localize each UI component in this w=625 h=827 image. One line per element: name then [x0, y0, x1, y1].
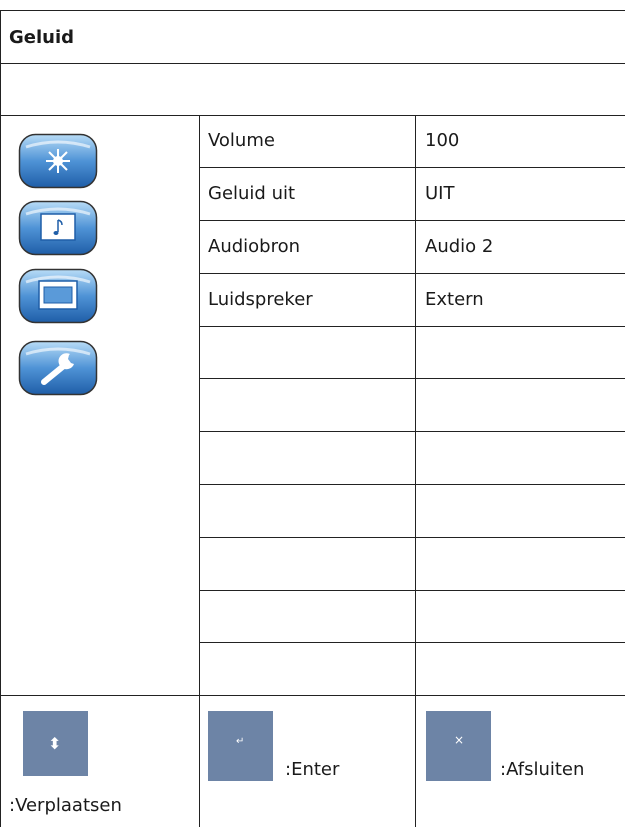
- row-rule: [199, 484, 625, 485]
- row-rule: [199, 220, 625, 221]
- setting-label-speaker: Luidspreker: [208, 289, 313, 310]
- rule-footer-top: [0, 695, 625, 696]
- setting-label-mute: Geluid uit: [208, 183, 296, 204]
- move-label: :Verplaatsen: [9, 795, 122, 816]
- rule-blank-bottom: [0, 115, 625, 116]
- row-rule: [199, 537, 625, 538]
- row-rule: [199, 431, 625, 432]
- screen-icon[interactable]: [18, 268, 98, 324]
- up-down-arrow-icon: ⬍: [48, 734, 62, 753]
- music-note-icon[interactable]: [18, 200, 98, 256]
- close-icon: ×: [454, 733, 465, 747]
- divider-values: [415, 115, 416, 827]
- setting-value-volume[interactable]: 100: [425, 131, 459, 151]
- row-rule: [199, 167, 625, 168]
- row-rule: [199, 326, 625, 327]
- row-rule: [199, 590, 625, 591]
- enter-label: :Enter: [285, 759, 340, 780]
- rule-title-bottom: [0, 63, 625, 64]
- exit-label: :Afsluiten: [500, 759, 585, 780]
- row-rule: [199, 642, 625, 643]
- osd-menu: Geluid Volume 100 Geluid uit UIT Audiobr…: [0, 0, 625, 827]
- row-rule: [199, 273, 625, 274]
- setting-value-audio-source[interactable]: Audio 2: [425, 237, 493, 257]
- setting-value-mute[interactable]: UIT: [425, 184, 454, 204]
- enter-key[interactable]: ↵: [208, 711, 273, 781]
- enter-arrow-icon: ↵: [236, 736, 245, 747]
- exit-key[interactable]: ×: [426, 711, 491, 781]
- row-rule: [199, 378, 625, 379]
- page-title: Geluid: [9, 27, 75, 48]
- rule-top: [0, 10, 625, 11]
- setting-label-volume: Volume: [208, 130, 275, 151]
- divider-icons: [199, 115, 200, 827]
- move-key[interactable]: ⬍: [23, 711, 88, 776]
- setting-value-speaker[interactable]: Extern: [425, 290, 484, 310]
- frame-left: [0, 10, 1, 827]
- wrench-icon[interactable]: [18, 340, 98, 396]
- brightness-icon[interactable]: [18, 133, 98, 189]
- setting-label-audio-source: Audiobron: [208, 236, 301, 257]
